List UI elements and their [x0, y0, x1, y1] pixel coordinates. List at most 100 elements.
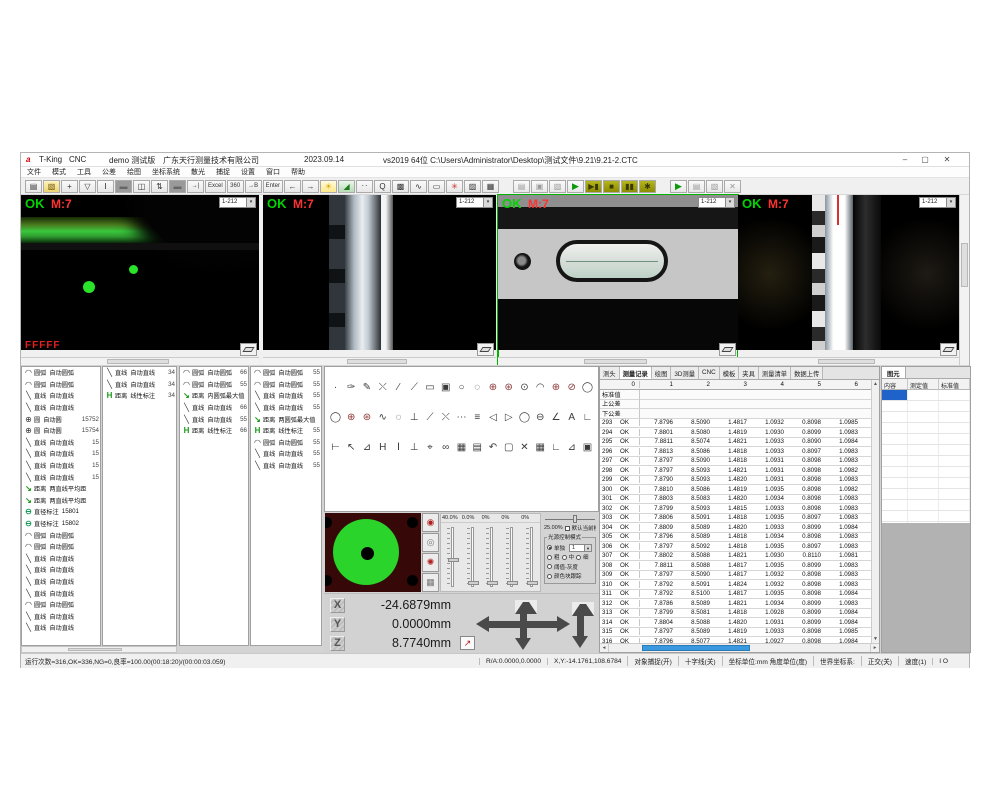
measure-item[interactable]: ◠圆弧自动圆弧 — [22, 379, 100, 391]
tab-测量记录[interactable]: 测量记录 — [620, 367, 652, 379]
tab-CNC[interactable]: CNC — [699, 367, 720, 379]
palette-tool-icon[interactable]: ◠ — [533, 379, 548, 396]
elements-row[interactable] — [882, 412, 970, 423]
menu-item[interactable]: 文件 — [27, 167, 41, 177]
mode-coarse-radio[interactable] — [547, 555, 552, 560]
menu-item[interactable]: 帮助 — [291, 167, 305, 177]
measure-item[interactable]: ╲直线自动直线66 — [180, 402, 248, 414]
palette-tool-icon[interactable]: ∿ — [375, 409, 390, 426]
step-right-button[interactable]: →| — [187, 180, 204, 193]
elements-row[interactable] — [882, 456, 970, 467]
stop-button[interactable]: ■ — [603, 180, 620, 193]
curve-tool-button[interactable]: ∿ — [410, 180, 427, 193]
table-row[interactable]: 308OK7.88118.50881.48171.09350.80991.098… — [600, 561, 871, 571]
open-2-button[interactable]: ▧ — [706, 180, 723, 193]
palette-tool-icon[interactable]: ⊕ — [344, 409, 359, 426]
palette-tool-icon[interactable]: ◌ — [391, 409, 406, 426]
slider-thumb[interactable] — [487, 581, 498, 585]
palette-tool-icon[interactable]: ◯ — [328, 409, 343, 426]
lists-hscrollbar[interactable] — [21, 646, 177, 653]
elements-row[interactable] — [882, 445, 970, 456]
mode-fine-radio[interactable] — [576, 555, 581, 560]
measure-item[interactable]: ◠圆弧自动圆弧 — [22, 529, 100, 541]
slider-track[interactable] — [451, 527, 454, 587]
measure-item[interactable]: ╲直线自动直线55 — [251, 448, 321, 460]
palette-tool-icon[interactable]: ◁ — [486, 409, 501, 426]
palette-tool-icon[interactable]: ⊛ — [360, 409, 375, 426]
stage-origin-button[interactable]: + — [61, 180, 78, 193]
palette-tool-icon[interactable]: ▭ — [423, 379, 438, 396]
measure-item[interactable]: ◠圆弧自动圆弧 — [22, 599, 100, 611]
table-hscrollbar[interactable]: ◂▸ — [600, 643, 879, 652]
measure-item[interactable]: ◠圆弧自动圆弧55 — [180, 379, 248, 391]
pan-tool-icon[interactable] — [719, 343, 736, 356]
palette-tool-icon[interactable]: ⊘ — [564, 379, 579, 396]
measure-item[interactable]: H距离线性标注34 — [103, 390, 176, 402]
mode-single-radio[interactable] — [547, 545, 552, 550]
measure-item[interactable]: ↘距离两直线平均距 — [22, 483, 100, 495]
palette-tool-icon[interactable]: ▦ — [454, 439, 469, 456]
elements-row[interactable] — [882, 511, 970, 522]
palette-tool-icon[interactable]: · — [328, 379, 343, 396]
slider-track[interactable] — [510, 527, 513, 587]
measure-item[interactable]: H距离线性标注55 — [251, 425, 321, 437]
camera-select[interactable]: 1-212▾ — [919, 197, 956, 208]
camera-hscrollbar[interactable] — [738, 357, 959, 365]
light-slider-2[interactable]: 0.0% — [461, 514, 481, 591]
menu-item[interactable]: 绘图 — [127, 167, 141, 177]
measure-item[interactable]: ╲直线自动直线55 — [180, 413, 248, 425]
channel-select[interactable]: 1 ▾ — [569, 544, 592, 552]
palette-tool-icon[interactable]: ↶ — [486, 439, 501, 456]
palette-tool-icon[interactable]: ▣ — [438, 379, 453, 396]
camera-hscrollbar[interactable] — [21, 357, 259, 365]
camera-select[interactable]: 1-212▾ — [219, 197, 256, 208]
table-row[interactable]: 299OK7.87908.50931.48201.09310.80981.098… — [600, 476, 871, 486]
palette-tool-icon[interactable]: ○ — [454, 379, 469, 396]
tab-测量清单[interactable]: 测量清单 — [759, 367, 791, 379]
measure-item[interactable]: ╲直线自动直线55 — [251, 402, 321, 414]
table-row[interactable]: 295OK7.88118.50741.48211.09330.80901.098… — [600, 438, 871, 448]
measure-item[interactable]: ◠圆弧自动圆弧55 — [251, 379, 321, 391]
table-row[interactable]: 306OK7.87978.50921.48181.09350.80971.098… — [600, 542, 871, 552]
elements-row[interactable] — [882, 489, 970, 500]
table-row[interactable]: 314OK7.88048.50881.48201.09310.80991.098… — [600, 618, 871, 628]
light-slider-5[interactable]: 0% — [520, 514, 540, 591]
measure-item[interactable]: ╲直线自动直线 — [22, 553, 100, 565]
mode-colortrack-radio[interactable] — [547, 574, 552, 579]
palette-tool-icon[interactable]: ✎ — [360, 379, 375, 396]
table-row[interactable]: 302OK7.87998.50931.48151.09330.80981.098… — [600, 504, 871, 514]
z-move-button[interactable]: ⇅ — [151, 180, 168, 193]
measure-item[interactable]: ╲直线自动直线15 — [22, 448, 100, 460]
edge-tool-button[interactable]: Ⅰ — [97, 180, 114, 193]
chevron-down-icon[interactable]: ▾ — [246, 198, 255, 207]
table-row[interactable]: 304OK7.88098.50891.48201.09330.80991.098… — [600, 523, 871, 533]
backlight-button[interactable]: ◫ — [133, 180, 150, 193]
slider-track[interactable] — [530, 527, 533, 587]
excel-export-button[interactable]: Excel — [205, 180, 226, 193]
slider-thumb[interactable] — [507, 581, 518, 585]
arrow-right-button[interactable]: → — [302, 180, 319, 193]
palette-tool-icon[interactable]: ⊿ — [564, 439, 579, 456]
tab-3D测量[interactable]: 3D测量 — [671, 367, 699, 379]
menu-item[interactable]: 设置 — [241, 167, 255, 177]
measure-item[interactable]: ╲直线自动直线15 — [22, 460, 100, 472]
elements-row[interactable] — [882, 401, 970, 412]
measure-item[interactable]: ↘距离两圆弧最大值 — [251, 413, 321, 425]
palette-tool-icon[interactable]: ∟ — [549, 439, 564, 456]
palette-tool-icon[interactable]: ▦ — [533, 439, 548, 456]
camera-select[interactable]: 1-212▾ — [456, 197, 493, 208]
elements-row[interactable] — [882, 500, 970, 511]
slider-thumb[interactable] — [527, 581, 538, 585]
table-row[interactable]: 297OK7.87978.50901.48181.09310.80981.098… — [600, 457, 871, 467]
save-program-button[interactable]: ▤ — [513, 180, 530, 193]
measure-item[interactable]: ◠圆弧自动圆弧 — [22, 367, 100, 379]
dash-dash-button[interactable]: - - — [356, 180, 373, 193]
palette-tool-icon[interactable]: ⊕ — [486, 379, 501, 396]
slider-thumb[interactable] — [448, 558, 459, 562]
menu-item[interactable]: 窗口 — [266, 167, 280, 177]
blank-frame-button[interactable]: ▭ — [428, 180, 445, 193]
palette-tool-icon[interactable]: ✑ — [344, 379, 359, 396]
mode-threshold-radio[interactable] — [547, 564, 552, 569]
palette-tool-icon[interactable]: A — [564, 409, 579, 426]
measure-item[interactable]: ⊕圆自动圆15752 — [22, 413, 100, 425]
